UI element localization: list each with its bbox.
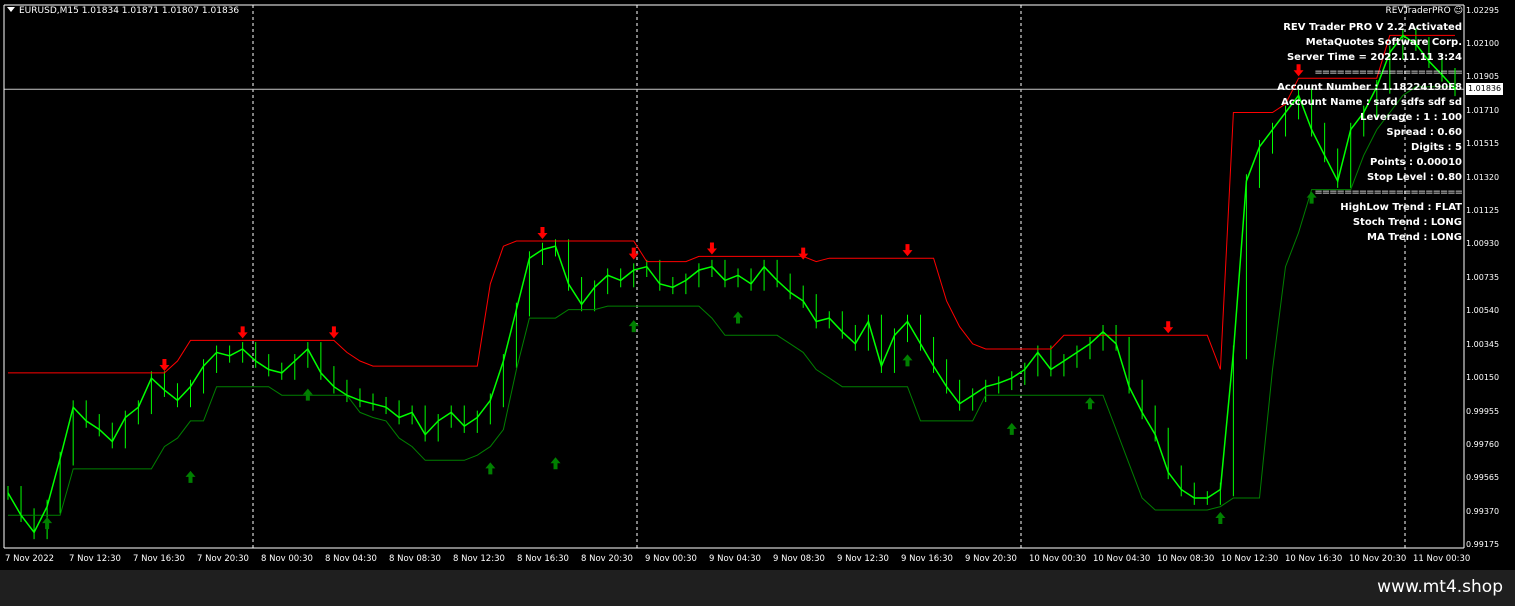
time-tick-label: 7 Nov 16:30 [133, 554, 185, 564]
smiley-icon: ☺ [1453, 6, 1463, 16]
brand-text: REVTraderPRO [1385, 6, 1451, 16]
price-tick-label: 1.01320 [1466, 172, 1500, 182]
time-tick-label: 7 Nov 2022 [5, 554, 55, 564]
info-line: Server Time = 2022.11.11 3:24 [1286, 52, 1462, 63]
time-tick-label: 10 Nov 04:30 [1093, 554, 1151, 564]
time-tick-label: 9 Nov 16:30 [901, 554, 953, 564]
price-tick-label: 0.99955 [1466, 406, 1500, 416]
time-tick-label: 8 Nov 04:30 [325, 554, 377, 564]
price-tick-label: 0.99370 [1466, 506, 1500, 516]
price-tick-label: 0.99175 [1466, 540, 1500, 550]
price-tick-label: 1.00540 [1466, 306, 1500, 316]
time-tick-label: 7 Nov 12:30 [69, 554, 121, 564]
time-tick-label: 10 Nov 20:30 [1349, 554, 1407, 564]
time-tick-label: 8 Nov 20:30 [581, 554, 633, 564]
brand-label: REVTraderPRO ☺ [1386, 6, 1463, 16]
current-price-label: 1.01836 [1466, 83, 1504, 96]
price-tick-label: 1.00345 [1466, 339, 1500, 349]
info-line: Leverage : 1 : 100 [1360, 112, 1462, 123]
price-tick-label: 1.01710 [1466, 105, 1500, 115]
info-line: MA Trend : LONG [1367, 232, 1462, 243]
symbol-header: EURUSD,M15 1.01834 1.01871 1.01807 1.018… [7, 6, 239, 16]
info-line: Spread : 0.60 [1386, 127, 1462, 138]
time-tick-label: 9 Nov 08:30 [773, 554, 825, 564]
price-tick-label: 1.01905 [1466, 72, 1500, 82]
info-line: ==================== [1314, 67, 1463, 78]
info-panel: REV Trader PRO V 2.2 Activated MetaQuotes… [1277, 20, 1463, 245]
time-tick-label: 8 Nov 16:30 [517, 554, 569, 564]
time-tick-label: 9 Nov 00:30 [645, 554, 697, 564]
time-tick-label: 7 Nov 20:30 [197, 554, 249, 564]
price-tick-label: 0.99760 [1466, 439, 1500, 449]
price-tick-label: 1.01515 [1466, 139, 1500, 149]
info-line: Stoch Trend : LONG [1352, 217, 1462, 228]
info-line: Stop Level : 0.80 [1366, 172, 1462, 183]
time-tick-label: 10 Nov 12:30 [1221, 554, 1279, 564]
time-tick-label: 10 Nov 16:30 [1285, 554, 1343, 564]
info-line: ==================== [1314, 187, 1463, 198]
time-tick-label: 10 Nov 08:30 [1157, 554, 1215, 564]
info-line: Account Name : safd sdfs sdf sd [1281, 97, 1462, 108]
price-tick-label: 1.00735 [1466, 272, 1500, 282]
symbol-line: EURUSD,M15 1.01834 1.01871 1.01807 1.018… [19, 6, 240, 16]
info-line: REV Trader PRO V 2.2 Activated [1283, 22, 1462, 33]
price-tick-label: 1.00930 [1466, 239, 1500, 249]
footer-bar: www.mt4.shop [0, 570, 1515, 606]
price-tick-label: 1.00150 [1466, 373, 1500, 383]
time-tick-label: 10 Nov 00:30 [1029, 554, 1087, 564]
time-tick-label: 11 Nov 00:30 [1413, 554, 1471, 564]
info-line: Points : 0.00010 [1370, 157, 1462, 168]
price-tick-label: 1.02295 [1466, 5, 1500, 15]
price-tick-label: 1.01125 [1466, 206, 1500, 216]
price-tick-label: 0.99565 [1466, 473, 1500, 483]
info-line: HighLow Trend : FLAT [1340, 202, 1462, 213]
info-line: MetaQuotes Software Corp. [1305, 37, 1462, 48]
price-tick-label: 1.02100 [1466, 38, 1500, 48]
dropdown-triangle-icon[interactable] [7, 7, 15, 12]
info-line: Digits : 5 [1411, 142, 1462, 153]
watermark-text: www.mt4.shop [1377, 577, 1503, 597]
time-tick-label: 9 Nov 12:30 [837, 554, 889, 564]
info-line: Account Number : 1.18224190E8 [1277, 82, 1462, 93]
time-tick-label: 9 Nov 20:30 [965, 554, 1017, 564]
time-tick-label: 8 Nov 12:30 [453, 554, 505, 564]
time-tick-label: 9 Nov 04:30 [709, 554, 761, 564]
time-tick-label: 8 Nov 08:30 [389, 554, 441, 564]
time-tick-label: 8 Nov 00:30 [261, 554, 313, 564]
